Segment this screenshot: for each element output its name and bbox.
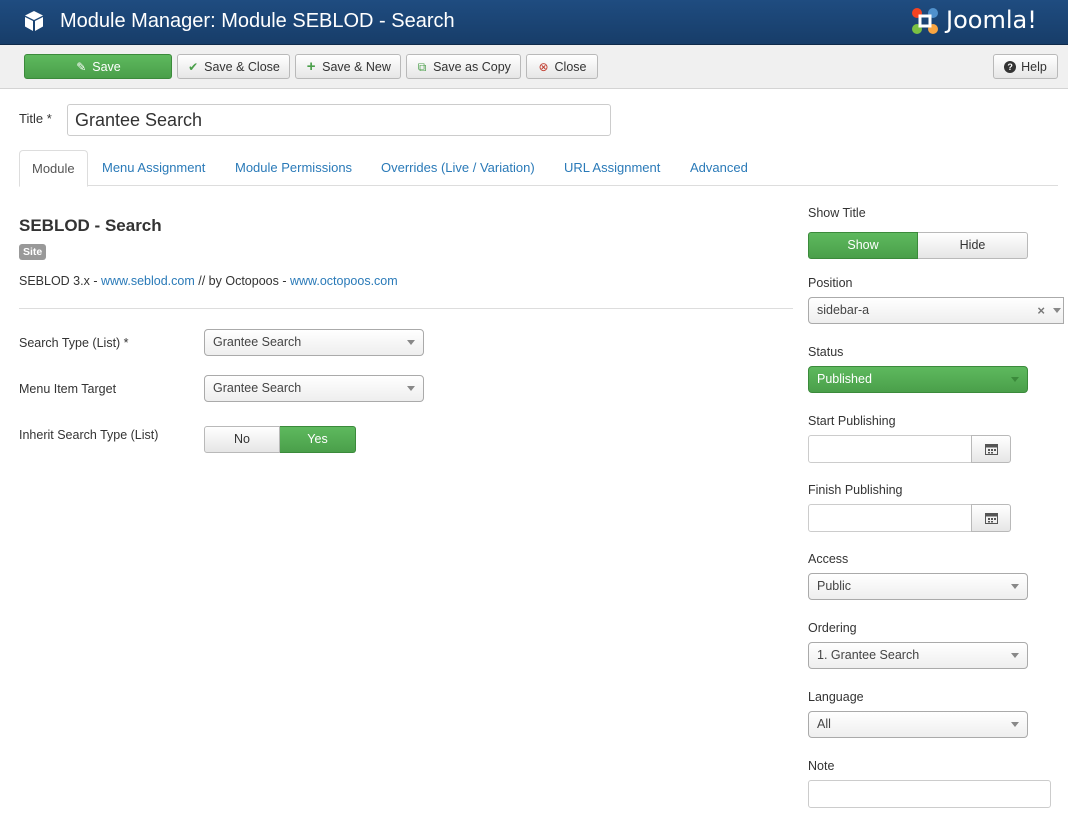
position-value: sidebar-a — [817, 303, 870, 317]
menu-target-value: Grantee Search — [213, 381, 302, 395]
title-label: Title * — [19, 111, 52, 126]
close-label: Close — [554, 59, 587, 74]
tab-advanced[interactable]: Advanced — [690, 150, 748, 186]
joomla-logo-icon — [912, 8, 938, 34]
show-option[interactable]: Show — [808, 232, 918, 259]
cube-icon — [25, 11, 43, 31]
ordering-select[interactable]: 1. Grantee Search — [808, 642, 1028, 669]
finish-calendar-button[interactable] — [971, 504, 1011, 532]
inherit-label: Inherit Search Type (List) — [19, 428, 159, 442]
ordering-value: 1. Grantee Search — [817, 648, 920, 662]
show-title-label: Show Title — [808, 206, 866, 220]
module-name: SEBLOD - Search — [19, 216, 162, 235]
language-value: All — [817, 717, 831, 731]
seblod-link[interactable]: www.seblod.com — [101, 274, 195, 288]
ordering-label: Ordering — [808, 621, 857, 635]
chevron-down-icon — [407, 340, 415, 345]
save-new-label: Save & New — [322, 59, 391, 74]
calendar-icon — [984, 444, 998, 455]
note-input[interactable] — [808, 780, 1051, 808]
question-icon: ? — [1004, 60, 1017, 73]
tab-module-permissions[interactable]: Module Permissions — [235, 150, 352, 186]
save-copy-label: Save as Copy — [433, 59, 511, 74]
edit-icon: ✎ — [76, 59, 87, 74]
search-type-value: Grantee Search — [213, 335, 302, 349]
tab-bar: Module Menu Assignment Module Permission… — [19, 150, 1058, 187]
position-select[interactable]: sidebar-a × — [808, 297, 1064, 324]
check-icon: ✔ — [188, 59, 199, 74]
close-button[interactable]: ⊗ Close — [526, 54, 598, 79]
cancel-icon: ⊗ — [538, 59, 549, 74]
chevron-down-icon — [1011, 653, 1019, 658]
finish-publishing-input[interactable] — [808, 504, 972, 532]
save-close-label: Save & Close — [204, 59, 280, 74]
save-copy-button[interactable]: ⧉ Save as Copy — [406, 54, 521, 79]
save-close-button[interactable]: ✔ Save & Close — [177, 54, 290, 79]
menu-target-label: Menu Item Target — [19, 382, 117, 396]
desc-prefix: SEBLOD 3.x - — [19, 274, 101, 288]
chevron-down-icon — [1053, 308, 1061, 313]
note-label: Note — [808, 759, 835, 773]
language-label: Language — [808, 690, 864, 704]
tab-menu-assignment[interactable]: Menu Assignment — [102, 150, 205, 186]
plus-icon: + — [306, 57, 316, 75]
search-type-select[interactable]: Grantee Search — [204, 329, 424, 356]
copy-icon: ⧉ — [417, 59, 427, 74]
divider — [19, 308, 793, 309]
save-new-button[interactable]: + Save & New — [295, 54, 401, 79]
desc-mid: // by Octopoos - — [194, 274, 290, 288]
status-label: Status — [808, 345, 844, 359]
help-label: Help — [1021, 59, 1047, 74]
inherit-no-option[interactable]: No — [204, 426, 280, 453]
title-input[interactable] — [67, 104, 611, 136]
chevron-down-icon — [1011, 722, 1019, 727]
joomla-logo[interactable]: Joomla! — [908, 4, 1058, 38]
page-title: Module Manager: Module SEBLOD - Search — [60, 10, 455, 32]
start-calendar-button[interactable] — [971, 435, 1011, 463]
header-bar: Module Manager: Module SEBLOD - Search J… — [0, 0, 1068, 45]
octopoos-link[interactable]: www.octopoos.com — [290, 274, 398, 288]
help-button[interactable]: ? Help — [993, 54, 1058, 79]
start-publishing-field — [808, 435, 1011, 463]
position-label: Position — [808, 276, 853, 290]
inherit-yes-option[interactable]: Yes — [280, 426, 356, 453]
save-button[interactable]: ✎ Save — [24, 54, 172, 79]
access-value: Public — [817, 579, 852, 593]
calendar-icon — [984, 513, 998, 524]
joomla-logo-text: Joomla! — [946, 6, 1037, 34]
chevron-down-icon — [407, 386, 415, 391]
start-publishing-label: Start Publishing — [808, 414, 896, 428]
menu-target-select[interactable]: Grantee Search — [204, 375, 424, 402]
clear-icon[interactable]: × — [1037, 298, 1045, 323]
tab-module[interactable]: Module — [19, 150, 88, 187]
site-badge: Site — [19, 244, 47, 260]
show-title-toggle: Show Hide — [808, 232, 1028, 259]
search-type-label: Search Type (List) * — [19, 336, 129, 350]
access-label: Access — [808, 552, 849, 566]
tab-overrides[interactable]: Overrides (Live / Variation) — [381, 150, 535, 186]
finish-publishing-field — [808, 504, 1011, 532]
hide-option[interactable]: Hide — [918, 232, 1028, 259]
status-select[interactable]: Published — [808, 366, 1028, 393]
finish-publishing-label: Finish Publishing — [808, 483, 903, 497]
chevron-down-icon — [1011, 584, 1019, 589]
access-select[interactable]: Public — [808, 573, 1028, 600]
chevron-down-icon — [1011, 377, 1019, 382]
toolbar: ✎ Save ✔ Save & Close + Save & New ⧉ Sav… — [0, 45, 1068, 89]
inherit-toggle: No Yes — [204, 426, 356, 453]
save-label: Save — [92, 59, 121, 74]
language-select[interactable]: All — [808, 711, 1028, 738]
tab-url-assignment[interactable]: URL Assignment — [564, 150, 660, 186]
module-description: SEBLOD 3.x - www.seblod.com // by Octopo… — [19, 274, 398, 288]
start-publishing-input[interactable] — [808, 435, 972, 463]
status-value: Published — [817, 372, 872, 386]
